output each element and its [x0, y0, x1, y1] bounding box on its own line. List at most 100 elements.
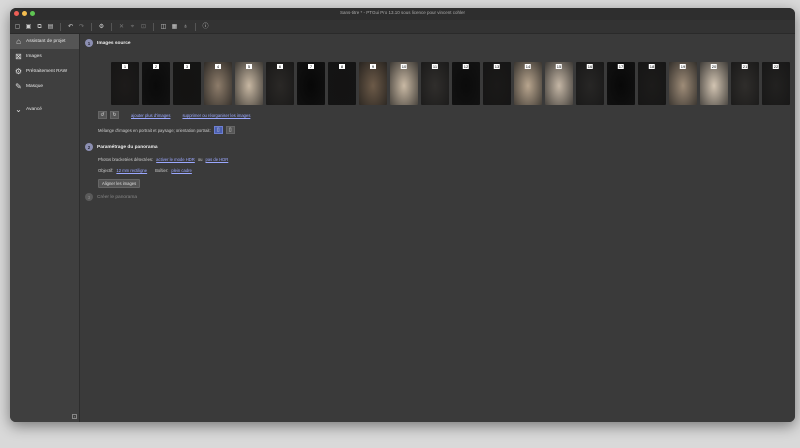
table-icon[interactable]: ▦: [171, 23, 178, 30]
thumbnail-number: 2: [153, 64, 159, 69]
new-icon[interactable]: ▢: [14, 23, 21, 30]
align-images-button[interactable]: Aligner les images: [98, 179, 141, 188]
image-thumbnail[interactable]: 22: [762, 62, 790, 105]
thumbnail-number: 22: [772, 64, 780, 69]
sidebar-item-advanced[interactable]: ⌄ Avancé: [10, 102, 79, 117]
image-thumbnail[interactable]: 2: [142, 62, 170, 105]
sidebar-item-label: Assistant de projet: [26, 39, 66, 44]
thumbnail-number: 20: [710, 64, 718, 69]
image-thumbnail[interactable]: 9: [359, 62, 387, 105]
rotate-right-button[interactable]: ↻: [110, 111, 119, 119]
crop-icon[interactable]: ⊡: [140, 23, 147, 30]
thumbnail-number: 10: [400, 64, 408, 69]
toolbar-divider: [111, 22, 112, 31]
image-thumbnail[interactable]: 16: [576, 62, 604, 105]
raw-settings-icon: ⚙: [14, 67, 23, 76]
sidebar-item-label: Masque: [26, 84, 44, 89]
source-actions: ↺ ↻ ajouter plus d'images supprimer ou r…: [98, 111, 250, 119]
save-icon[interactable]: ▣: [25, 23, 32, 30]
enable-hdr-link[interactable]: activer le mode HDR: [156, 157, 195, 162]
rotate-left-button[interactable]: ↺: [98, 111, 107, 119]
step-2-header: 2 Paramétrage du panorama: [85, 143, 158, 151]
thumbnail-number: 6: [277, 64, 283, 69]
image-thumbnail[interactable]: 10: [390, 62, 418, 105]
home-icon: ⌂: [16, 37, 21, 46]
thumbnail-number: 19: [679, 64, 687, 69]
settings-icon[interactable]: ⚙: [98, 23, 105, 30]
step-title: Images source: [97, 40, 131, 46]
panorama-editor-icon[interactable]: ◫: [160, 23, 167, 30]
collapse-sidebar-icon[interactable]: ‹: [72, 414, 77, 419]
thumbnail-number: 17: [617, 64, 625, 69]
sidebar-item-label: Avancé: [26, 107, 42, 112]
toolbar-divider: [91, 22, 92, 31]
sidebar-item-label: Images: [26, 54, 42, 59]
step-title: Paramétrage du panorama: [97, 144, 158, 150]
batch-icon[interactable]: ▤: [47, 23, 54, 30]
add-more-images-link[interactable]: ajouter plus d'images: [131, 113, 170, 118]
image-thumbnail[interactable]: 4: [204, 62, 232, 105]
lens-label: Objectif:: [98, 168, 114, 173]
step-number: 1: [85, 39, 93, 47]
lens-link[interactable]: 12 mm rectiligne: [116, 168, 147, 173]
title-bar: Sans-titre * - PTGui Pro 13.10 sous lice…: [10, 8, 795, 20]
image-thumbnail[interactable]: 18: [638, 62, 666, 105]
image-thumbnail[interactable]: 12: [452, 62, 480, 105]
thumbnail-number: 4: [215, 64, 221, 69]
step-1-header: 1 Images source: [85, 39, 131, 47]
portrait-rotate-cw-button[interactable]: ▯: [225, 126, 235, 134]
image-thumbnail[interactable]: 6: [266, 62, 294, 105]
bracket-row: Photos bracketées détectées: activer le …: [98, 157, 228, 162]
thumbnail-number: 8: [339, 64, 345, 69]
image-thumbnail[interactable]: 5: [235, 62, 263, 105]
save-as-icon[interactable]: ⧉: [36, 23, 43, 30]
image-thumbnail[interactable]: 14: [514, 62, 542, 105]
sidebar-item-images[interactable]: ⊠ Images: [10, 49, 79, 64]
image-thumbnail[interactable]: 7: [297, 62, 325, 105]
thumbnail-number: 1: [122, 64, 128, 69]
mask-icon[interactable]: ✕: [118, 23, 125, 30]
image-thumbnail[interactable]: 13: [483, 62, 511, 105]
sidebar-item-project-assistant[interactable]: ⌂ Assistant de projet: [10, 34, 79, 49]
info-icon[interactable]: ⓘ: [202, 23, 209, 30]
image-thumbnail[interactable]: 21: [731, 62, 759, 105]
image-thumbnail[interactable]: 19: [669, 62, 697, 105]
delete-rearrange-link[interactable]: supprimer ou réorganiser les images: [182, 113, 250, 118]
thumbnail-number: 12: [462, 64, 470, 69]
image-thumbnail[interactable]: 15: [545, 62, 573, 105]
bulb-icon[interactable]: ♁: [182, 23, 189, 30]
image-thumbnail[interactable]: 1: [111, 62, 139, 105]
thumbnail-number: 3: [184, 64, 190, 69]
toolbar-divider: [60, 22, 61, 31]
align-row: Aligner les images: [98, 179, 141, 188]
step-number: 2: [85, 143, 93, 151]
step-3-header: 3 Créer le panorama: [85, 193, 137, 201]
image-thumbnail[interactable]: 3: [173, 62, 201, 105]
chevron-down-circle-icon: ⌄: [15, 105, 22, 114]
sidebar: ⌂ Assistant de projet ⊠ Images ⚙ Prétrai…: [10, 34, 80, 422]
thumbnail-number: 14: [524, 64, 532, 69]
sidebar-item-mask[interactable]: ✎ Masque: [10, 79, 79, 94]
thumbnail-number: 16: [586, 64, 594, 69]
control-points-icon[interactable]: ⌖: [129, 23, 136, 30]
image-thumbnail[interactable]: 8: [328, 62, 356, 105]
lens-row: Objectif: 12 mm rectiligne Boîtier: plei…: [98, 168, 192, 173]
redo-icon[interactable]: ↷: [78, 23, 85, 30]
app-window: Sans-titre * - PTGui Pro 13.10 sous lice…: [10, 8, 795, 422]
thumbnail-number: 15: [555, 64, 563, 69]
brush-icon: ✎: [15, 82, 22, 91]
main-content: 1 Images source 1 2 3 4 5 6 7 8 9 10 11 12 13 14 15 16 1…: [81, 34, 795, 422]
orientation-row: Mélange d'images en portrait et paysage;…: [98, 126, 235, 134]
portrait-rotate-ccw-button[interactable]: ▯: [213, 126, 223, 134]
undo-icon[interactable]: ↶: [67, 23, 74, 30]
thumbnail-number: 21: [741, 64, 749, 69]
body-link[interactable]: plein cadre: [171, 168, 192, 173]
image-thumbnail[interactable]: 20: [700, 62, 728, 105]
toolbar: ▢ ▣ ⧉ ▤ ↶ ↷ ⚙ ✕ ⌖ ⊡ ◫ ▦ ♁ ⓘ: [10, 20, 795, 34]
image-thumbnail[interactable]: 11: [421, 62, 449, 105]
image-thumbnail[interactable]: 17: [607, 62, 635, 105]
step-title: Créer le panorama: [97, 194, 137, 200]
sidebar-item-raw[interactable]: ⚙ Prétraitement RAW: [10, 64, 79, 79]
thumbnail-number: 5: [246, 64, 252, 69]
no-hdr-link[interactable]: pas de HDR: [205, 157, 228, 162]
